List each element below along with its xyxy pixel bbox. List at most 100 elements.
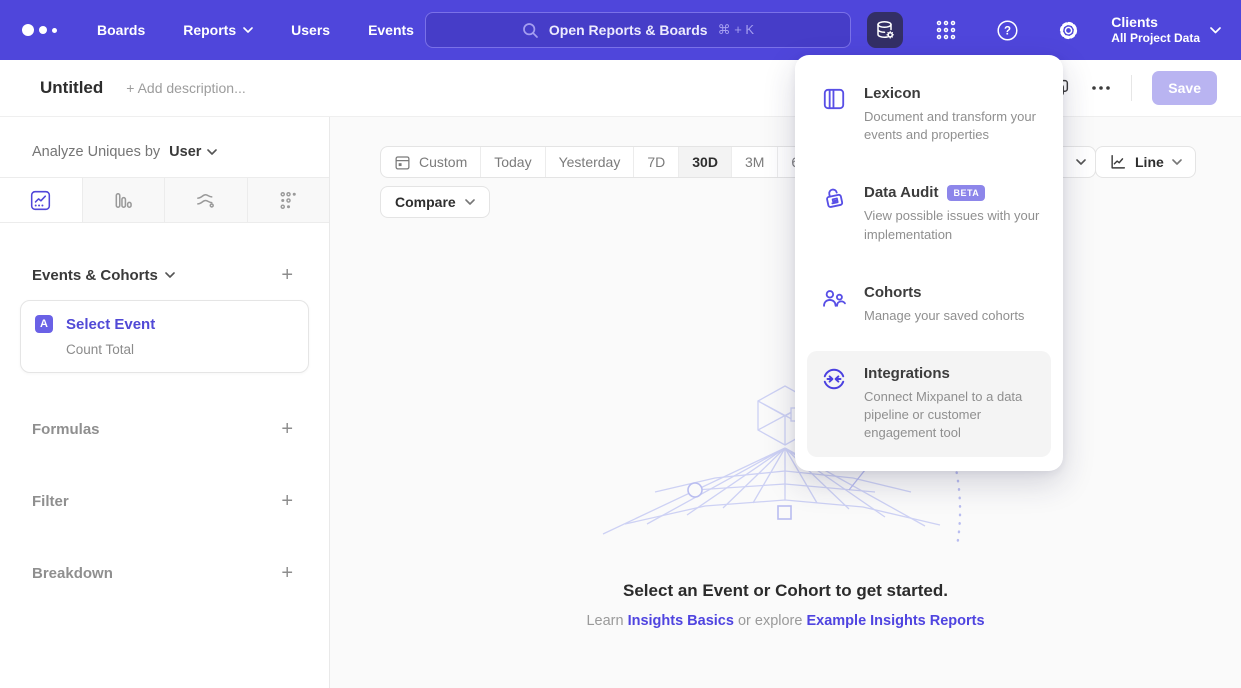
menu-item-data-audit[interactable]: Data Audit BETA View possible issues wit… (807, 170, 1051, 257)
nav-item-label: Users (291, 22, 330, 38)
nav-item-label: Events (368, 22, 414, 38)
nav-item-reports[interactable]: Reports (183, 22, 253, 38)
date-range-label: 30D (692, 154, 718, 170)
nav-right-cluster: ? Clients All Project Data (867, 0, 1221, 60)
report-title[interactable]: Untitled (40, 78, 103, 98)
empty-state-subtitle: Learn Insights Basics or explore Example… (330, 613, 1241, 629)
chart-type-tabs (0, 177, 329, 223)
tab-insights-line[interactable] (0, 178, 82, 222)
nav-item-events[interactable]: Events (368, 22, 414, 38)
top-nav: Boards Reports Users Events Open Reports… (0, 0, 1241, 60)
chart-type-dropdown[interactable]: Line (1095, 146, 1196, 178)
project-name: All Project Data (1111, 31, 1200, 46)
nav-item-label: Reports (183, 22, 236, 38)
tab-bar-chart[interactable] (82, 178, 165, 222)
formulas-section: Formulas + (32, 419, 293, 439)
select-event-button[interactable]: Select Event (66, 316, 155, 333)
nav-item-users[interactable]: Users (291, 22, 330, 38)
menu-item-title: Integrations (864, 365, 950, 382)
event-series-badge: A (35, 315, 53, 333)
events-cohorts-dropdown[interactable]: Events & Cohorts (32, 267, 175, 284)
menu-item-description: Manage your saved cohorts (864, 307, 1024, 325)
date-range-30d[interactable]: 30D (678, 147, 731, 177)
analyze-prefix: Analyze Uniques by (32, 144, 160, 160)
compare-label: Compare (395, 194, 456, 210)
date-range-label: Yesterday (559, 154, 621, 170)
search-placeholder: Open Reports & Boards (549, 22, 708, 38)
search-shortcut: ⌘ + K (718, 22, 755, 38)
menu-item-description: Connect Mixpanel to a data pipeline or c… (864, 388, 1041, 443)
cohorts-users-icon (821, 284, 847, 325)
chart-type-label: Line (1135, 154, 1164, 170)
settings-button[interactable] (1050, 12, 1086, 48)
date-range-7d[interactable]: 7D (633, 147, 678, 177)
report-canvas: Custom Today Yesterday 7D 30D 3M 6M Comp… (330, 117, 1241, 688)
analyze-entity-dropdown[interactable]: User (169, 144, 217, 160)
data-audit-lock-icon (821, 184, 847, 243)
tab-flow[interactable] (164, 178, 247, 222)
events-cohorts-section: Events & Cohorts + (32, 265, 293, 285)
empty-state-prefix: Learn (586, 613, 623, 629)
date-range-label: 7D (647, 154, 665, 170)
compare-dropdown[interactable]: Compare (380, 186, 490, 218)
nav-item-label: Boards (97, 22, 145, 38)
menu-item-title: Data Audit (864, 184, 938, 201)
chevron-down-icon (1210, 27, 1221, 34)
help-button[interactable]: ? (989, 12, 1025, 48)
project-switcher[interactable]: Clients All Project Data (1111, 14, 1221, 47)
breakdown-section: Breakdown + (32, 563, 293, 583)
chevron-down-icon (465, 199, 475, 205)
flow-tab-icon (194, 189, 217, 212)
menu-item-title: Lexicon (864, 85, 921, 102)
example-reports-link[interactable]: Example Insights Reports (806, 613, 984, 629)
bar-chart-tab-icon (112, 189, 135, 212)
menu-item-integrations[interactable]: Integrations Connect Mixpanel to a data … (807, 351, 1051, 457)
apps-grid-button[interactable] (928, 12, 964, 48)
chevron-down-icon (1172, 159, 1182, 165)
save-button[interactable]: Save (1152, 71, 1217, 105)
data-management-button[interactable] (867, 12, 903, 48)
integrations-sync-icon (821, 365, 847, 443)
breakdown-label: Breakdown (32, 565, 113, 582)
line-chart-icon (1109, 153, 1127, 171)
search-input[interactable]: Open Reports & Boards ⌘ + K (425, 12, 851, 48)
insights-basics-link[interactable]: Insights Basics (628, 613, 734, 629)
gear-icon (1057, 19, 1080, 42)
formulas-label: Formulas (32, 421, 100, 438)
chevron-down-icon (165, 272, 175, 278)
mixpanel-app: Boards Reports Users Events Open Reports… (0, 0, 1241, 688)
analyze-row: Analyze Uniques by User (32, 144, 329, 160)
org-name: Clients (1111, 14, 1200, 32)
metrics-tab-icon (277, 189, 300, 212)
more-options-button[interactable] (1091, 85, 1111, 91)
data-management-menu: Lexicon Document and transform your even… (795, 55, 1063, 471)
menu-item-lexicon[interactable]: Lexicon Document and transform your even… (807, 71, 1051, 158)
search-icon (522, 22, 539, 39)
add-breakdown-button[interactable]: + (281, 563, 293, 583)
empty-state-title: Select an Event or Cohort to get started… (330, 581, 1241, 601)
query-builder-sidebar: Analyze Uniques by User (0, 117, 330, 688)
event-metric-dropdown[interactable]: Count Total (66, 342, 294, 357)
date-range-today[interactable]: Today (480, 147, 544, 177)
tab-metrics[interactable] (247, 178, 330, 222)
filter-label: Filter (32, 493, 69, 510)
mixpanel-logo-icon[interactable] (22, 24, 57, 36)
line-chart-tab-icon (29, 189, 52, 212)
add-formula-button[interactable]: + (281, 419, 293, 439)
add-description-field[interactable]: + Add description... (126, 80, 245, 96)
menu-item-description: Document and transform your events and p… (864, 108, 1041, 144)
svg-text:?: ? (1004, 25, 1011, 37)
nav-item-boards[interactable]: Boards (97, 22, 145, 38)
divider (1131, 75, 1132, 101)
add-filter-button[interactable]: + (281, 491, 293, 511)
date-range-yesterday[interactable]: Yesterday (545, 147, 634, 177)
date-range-label: 3M (745, 154, 764, 170)
menu-item-cohorts[interactable]: Cohorts Manage your saved cohorts (807, 270, 1051, 339)
event-card[interactable]: A Select Event Count Total (20, 300, 309, 373)
menu-item-description: View possible issues with your implement… (864, 207, 1041, 243)
date-range-label: Today (494, 154, 531, 170)
chevron-down-icon (207, 149, 217, 155)
date-range-3m[interactable]: 3M (731, 147, 777, 177)
add-event-button[interactable]: + (281, 265, 293, 285)
date-range-custom[interactable]: Custom (381, 147, 480, 177)
